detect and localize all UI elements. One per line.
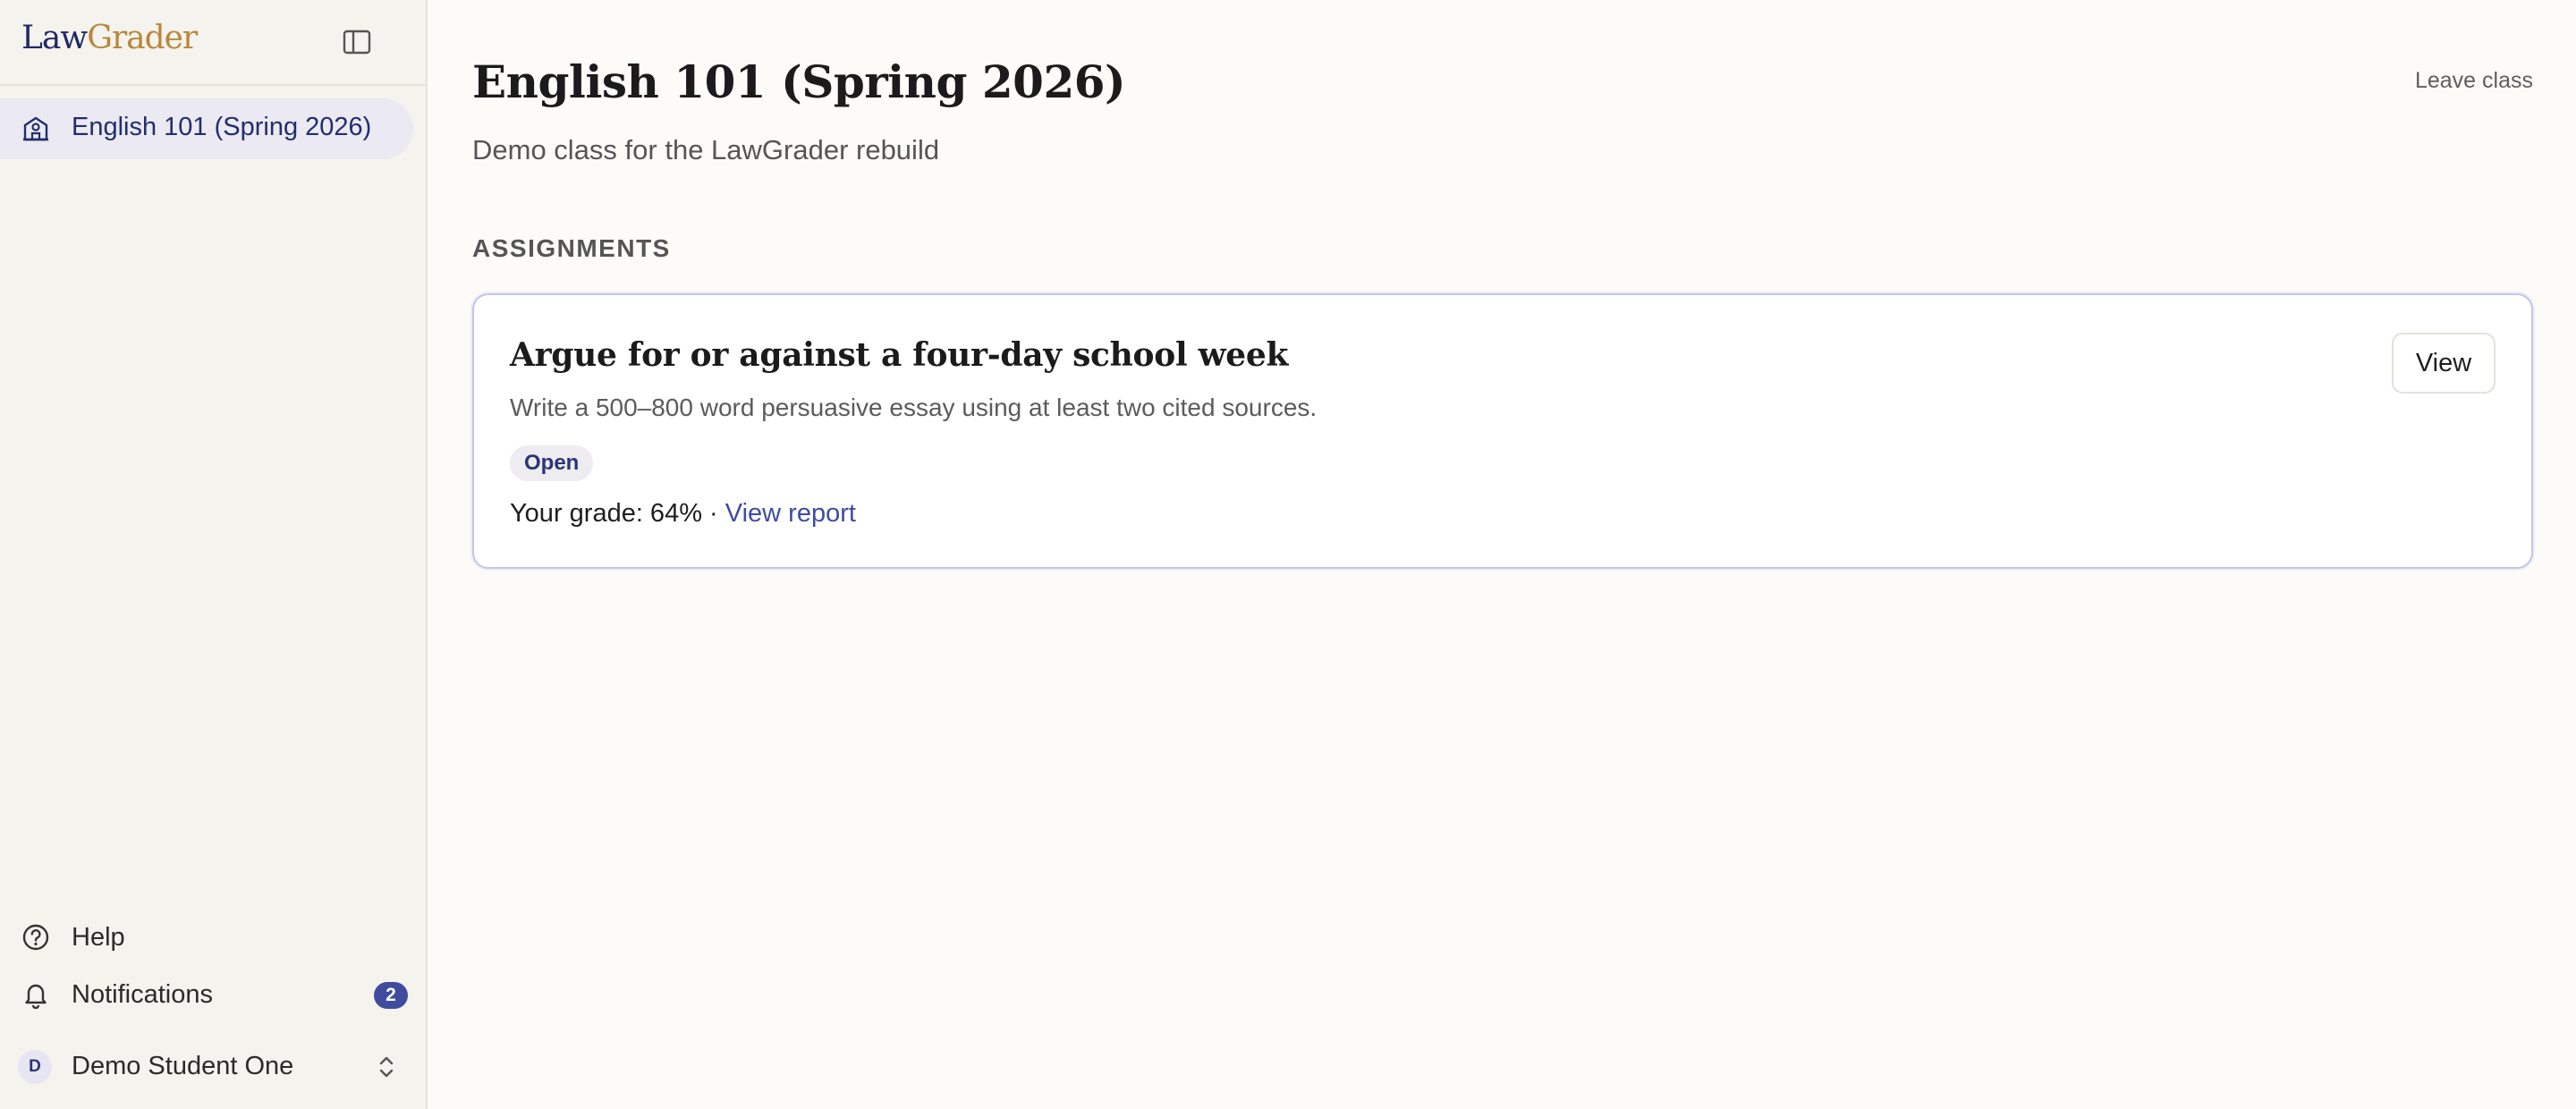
page-title: English 101 (Spring 2026) [472, 55, 1126, 108]
logo-grader: Grader [87, 20, 198, 56]
sidebar-item-english-101[interactable]: English 101 (Spring 2026) [0, 98, 413, 159]
assignment-card[interactable]: Argue for or against a four-day school w… [472, 293, 2533, 569]
user-menu[interactable]: D Demo Student One [0, 1041, 413, 1091]
sidebar: LawGrader English 101 (Spring 2026) Help… [0, 0, 428, 1109]
notifications-label: Notifications [72, 980, 213, 1009]
assignment-description: Write a 500–800 word persuasive essay us… [510, 394, 1318, 421]
assignment-title: Argue for or against a four-day school w… [510, 336, 1289, 374]
grade-line: Your grade: 64% · View report [510, 499, 856, 529]
panel-left-icon [343, 30, 371, 55]
sidebar-header: LawGrader [0, 0, 426, 86]
view-assignment-button[interactable]: View [2392, 333, 2496, 394]
user-name: Demo Student One [72, 1052, 294, 1080]
avatar: D [18, 1050, 52, 1084]
logo[interactable]: LawGrader [21, 20, 198, 56]
help-circle-icon [21, 923, 50, 952]
main-content: English 101 (Spring 2026) Leave class De… [429, 0, 2576, 1109]
view-report-link[interactable]: View report [725, 499, 856, 528]
sidebar-toggle-button[interactable] [342, 29, 372, 55]
chevron-up-down-icon [374, 1052, 399, 1082]
sidebar-item-notifications[interactable]: Notifications 2 [0, 969, 413, 1020]
sidebar-item-label: English 101 (Spring 2026) [72, 113, 372, 141]
leave-class-link[interactable]: Leave class [2415, 68, 2533, 94]
page-subtitle: Demo class for the LawGrader rebuild [472, 134, 940, 165]
help-label: Help [72, 923, 125, 952]
bell-icon [21, 980, 50, 1009]
section-heading-assignments: ASSIGNMENTS [472, 234, 671, 262]
grade-text: Your grade: 64% · [510, 499, 725, 528]
sidebar-item-help[interactable]: Help [0, 912, 413, 962]
logo-law: Law [21, 20, 88, 56]
status-badge: Open [510, 445, 594, 481]
school-icon [21, 114, 50, 143]
notifications-count-badge: 2 [374, 982, 408, 1009]
